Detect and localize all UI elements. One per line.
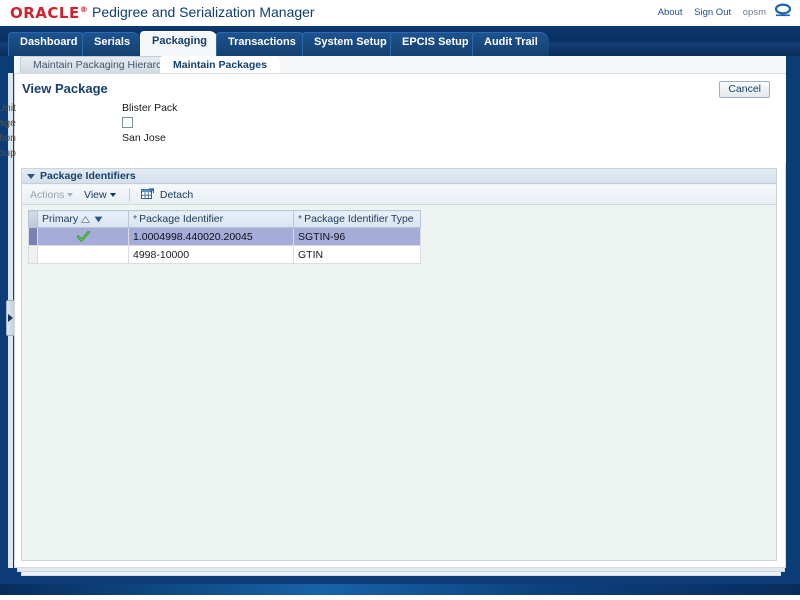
chevron-right-icon xyxy=(8,314,13,322)
column-label-package-identifier-type: Package Identifier Type xyxy=(304,213,414,225)
tab-epcis-setup[interactable]: EPCIS Setup xyxy=(390,32,480,56)
branding-bar: ORACLE® Pedigree and Serialization Manag… xyxy=(0,0,800,27)
oracle-circle-mark-icon xyxy=(774,3,792,17)
chevron-down-icon xyxy=(27,174,35,179)
sub-tab-strip: Maintain Packaging Hierarchy Maintain Pa… xyxy=(14,56,786,74)
table-header-row: Primary * Package Identifier * Package I… xyxy=(28,210,421,228)
column-header-package-identifier[interactable]: * Package Identifier xyxy=(128,210,294,228)
reusable-package-checkbox[interactable] xyxy=(122,117,133,128)
content-panel: View Package Cancel Packaging Unit Blist… xyxy=(0,73,786,568)
tab-transactions[interactable]: Transactions xyxy=(216,32,307,56)
view-package-form: View Package Cancel Packaging Unit Blist… xyxy=(0,75,786,163)
view-package-heading: View Package xyxy=(22,81,108,96)
field-value-location: San Jose xyxy=(122,132,166,144)
detach-icon xyxy=(141,188,154,199)
chevron-down-icon xyxy=(67,193,74,198)
disclosure-arrow-icon[interactable] xyxy=(27,173,36,181)
panel-shadow-inner xyxy=(21,572,781,576)
region-title: Package Identifiers xyxy=(40,170,136,182)
column-label-package-identifier: Package Identifier xyxy=(139,213,224,225)
cell-package-identifier-type: GTIN xyxy=(293,245,421,264)
field-label-reusable-package: Reusable Package xyxy=(0,117,16,129)
field-label-location: Location xyxy=(0,132,16,144)
field-label-location-group: Location Group xyxy=(0,147,16,159)
region-header: Package Identifiers xyxy=(22,169,776,184)
actions-menu[interactable]: Actions xyxy=(30,188,74,202)
cancel-button[interactable]: Cancel xyxy=(719,81,770,98)
oracle-logo-text: ORACLE xyxy=(10,4,80,22)
view-menu-label: View xyxy=(84,189,107,201)
cell-package-identifier-type: SGTIN-96 xyxy=(293,227,421,246)
table-row[interactable]: 4998-10000 GTIN xyxy=(28,245,421,264)
cell-primary xyxy=(37,245,129,264)
chevron-down-icon xyxy=(109,193,116,198)
toolbar-separator xyxy=(129,188,130,202)
cell-package-identifier: 4998-10000 xyxy=(128,245,294,264)
tab-dashboard[interactable]: Dashboard xyxy=(8,32,89,56)
sort-ascending-icon[interactable] xyxy=(81,215,91,223)
cell-primary xyxy=(37,227,129,246)
row-select-handle[interactable] xyxy=(28,245,38,264)
sort-descending-icon[interactable] xyxy=(94,216,103,223)
about-link[interactable]: About xyxy=(658,7,683,18)
page-title: Pedigree and Serialization Manager xyxy=(92,4,315,20)
footer-spacer xyxy=(0,595,800,600)
oracle-logo: ORACLE® xyxy=(10,4,88,22)
column-label-primary: Primary xyxy=(42,213,79,225)
detach-button[interactable]: Detach xyxy=(141,187,193,203)
cell-package-identifier: 1.0004998.440020.20045 xyxy=(128,227,294,246)
view-menu[interactable]: View xyxy=(84,188,116,202)
registered-mark-icon: ® xyxy=(79,5,89,14)
region-toolbar: Actions View Detach xyxy=(22,185,776,205)
check-icon xyxy=(76,231,90,242)
package-identifiers-table: Primary * Package Identifier * Package I… xyxy=(28,210,421,264)
subtab-maintain-packages[interactable]: Maintain Packages xyxy=(160,56,280,73)
required-marker-icon: * xyxy=(298,213,303,225)
actions-menu-label: Actions xyxy=(30,189,65,201)
required-marker-icon: * xyxy=(133,213,138,225)
column-header-primary[interactable]: Primary xyxy=(37,210,129,228)
current-user-label: opsm xyxy=(742,7,766,18)
field-value-packaging-unit: Blister Pack xyxy=(122,102,178,114)
tab-system-setup[interactable]: System Setup xyxy=(302,32,398,56)
application-window: ORACLE® Pedigree and Serialization Manag… xyxy=(0,0,800,600)
tab-serials[interactable]: Serials xyxy=(82,32,142,56)
global-links: About Sign Out opsm xyxy=(649,7,766,18)
main-tab-strip: Dashboard Serials Packaging Transactions… xyxy=(0,26,800,56)
tab-packaging[interactable]: Packaging xyxy=(140,31,219,56)
tab-audit-trail[interactable]: Audit Trail xyxy=(472,32,549,56)
row-select-handle[interactable] xyxy=(28,227,38,246)
column-header-package-identifier-type[interactable]: * Package Identifier Type xyxy=(293,210,421,228)
table-row[interactable]: 1.0004998.440020.20045 SGTIN-96 xyxy=(28,227,421,246)
detach-label: Detach xyxy=(159,189,194,201)
package-identifiers-region: Package Identifiers Actions View Detach … xyxy=(21,168,777,561)
row-handle-header xyxy=(28,210,38,228)
field-label-packaging-unit: Packaging Unit xyxy=(0,102,16,114)
sign-out-link[interactable]: Sign Out xyxy=(694,7,731,18)
